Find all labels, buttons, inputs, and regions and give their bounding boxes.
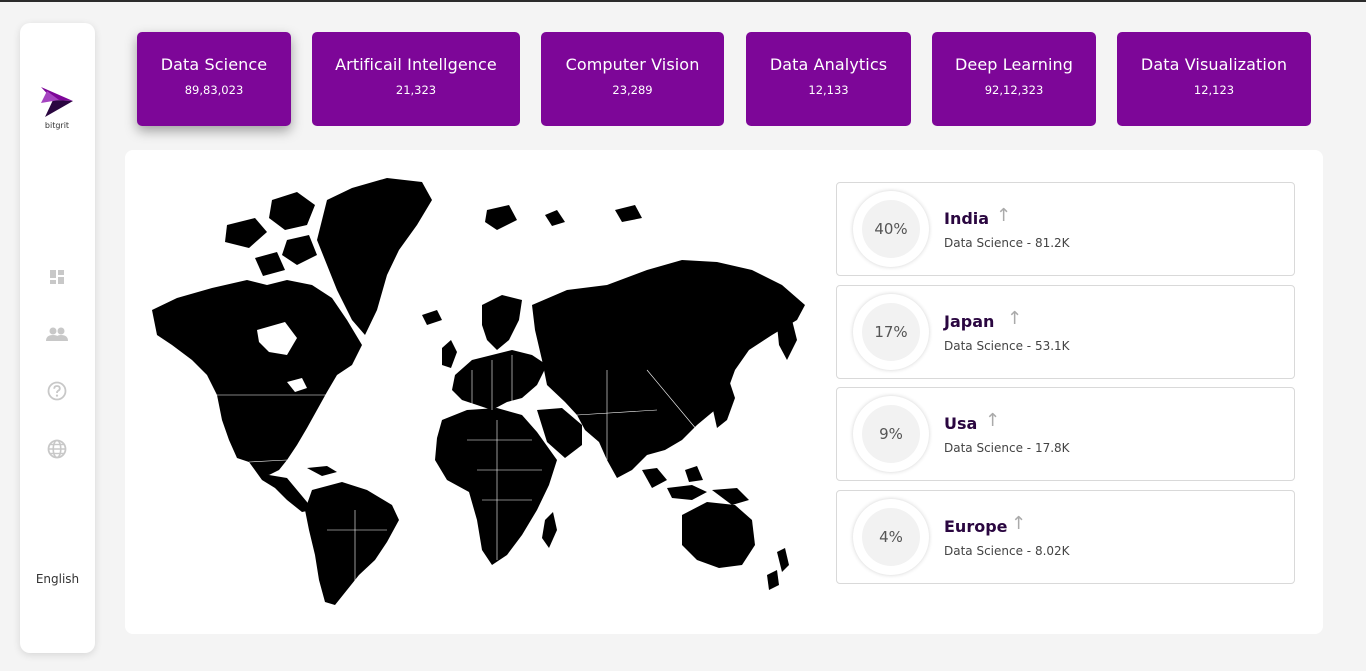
card-title: Data Visualization — [1140, 55, 1288, 74]
help-icon[interactable] — [45, 379, 69, 403]
arrow-up-icon: ↑ — [1011, 513, 1027, 534]
percent-value: 4% — [862, 508, 920, 566]
card-artificial-intelligence[interactable]: Artificail Intellgence 21,323 — [312, 32, 520, 126]
card-value: 89,83,023 — [184, 83, 244, 97]
bitgrit-logo-mark — [41, 87, 73, 117]
country-name: Usa — [944, 414, 978, 433]
percent-value: 17% — [862, 303, 920, 361]
card-title: Computer Vision — [565, 55, 700, 74]
card-deep-learning[interactable]: Deep Learning 92,12,323 — [932, 32, 1096, 126]
language-selector[interactable]: English — [20, 572, 95, 586]
card-title: Deep Learning — [954, 55, 1073, 74]
percent-value: 40% — [862, 200, 920, 258]
arrow-up-icon: ↑ — [985, 410, 1001, 431]
percent-ring: 4% — [853, 499, 929, 575]
card-value: 12,123 — [1193, 83, 1235, 97]
stat-description: Data Science - 8.02K — [944, 544, 1070, 558]
card-value: 21,323 — [395, 83, 437, 97]
percent-ring: 40% — [853, 191, 929, 267]
country-name: India — [944, 209, 990, 228]
card-data-visualization[interactable]: Data Visualization 12,123 — [1117, 32, 1311, 126]
card-title: Artificail Intellgence — [335, 55, 497, 74]
card-computer-vision[interactable]: Computer Vision 23,289 — [541, 32, 724, 126]
main-panel: 40% India ↑ Data Science - 81.2K 17% Jap… — [125, 150, 1323, 634]
stat-description: Data Science - 53.1K — [944, 339, 1070, 353]
world-map[interactable] — [137, 170, 813, 610]
card-data-analytics[interactable]: Data Analytics 12,133 — [746, 32, 911, 126]
percent-ring: 17% — [853, 294, 929, 370]
globe-icon[interactable] — [45, 437, 69, 461]
arrow-up-icon: ↑ — [1007, 308, 1023, 329]
card-value: 12,133 — [808, 83, 849, 97]
dashboard-icon[interactable] — [45, 265, 69, 289]
percent-value: 9% — [862, 405, 920, 463]
card-title: Data Analytics — [769, 55, 888, 74]
card-title: Data Science — [160, 55, 268, 74]
stat-card-europe[interactable]: 4% Europe ↑ Data Science - 8.02K — [836, 490, 1295, 584]
stat-card-japan[interactable]: 17% Japan ↑ Data Science - 53.1K — [836, 285, 1295, 379]
logo-text: bitgrit — [44, 121, 70, 130]
card-value: 92,12,323 — [984, 83, 1044, 97]
stat-description: Data Science - 81.2K — [944, 236, 1070, 250]
country-name: Europe — [944, 517, 1008, 536]
country-name: Japan — [944, 312, 995, 331]
people-icon[interactable] — [45, 322, 69, 346]
card-data-science[interactable]: Data Science 89,83,023 — [137, 32, 291, 126]
stat-card-usa[interactable]: 9% Usa ↑ Data Science - 17.8K — [836, 387, 1295, 481]
card-value: 23,289 — [612, 83, 653, 97]
stat-description: Data Science - 17.8K — [944, 441, 1070, 455]
stat-card-india[interactable]: 40% India ↑ Data Science - 81.2K — [836, 182, 1295, 276]
percent-ring: 9% — [853, 396, 929, 472]
bitgrit-logo[interactable]: bitgrit — [38, 83, 76, 130]
arrow-up-icon: ↑ — [996, 205, 1012, 226]
sidebar: bitgrit English — [20, 23, 95, 653]
